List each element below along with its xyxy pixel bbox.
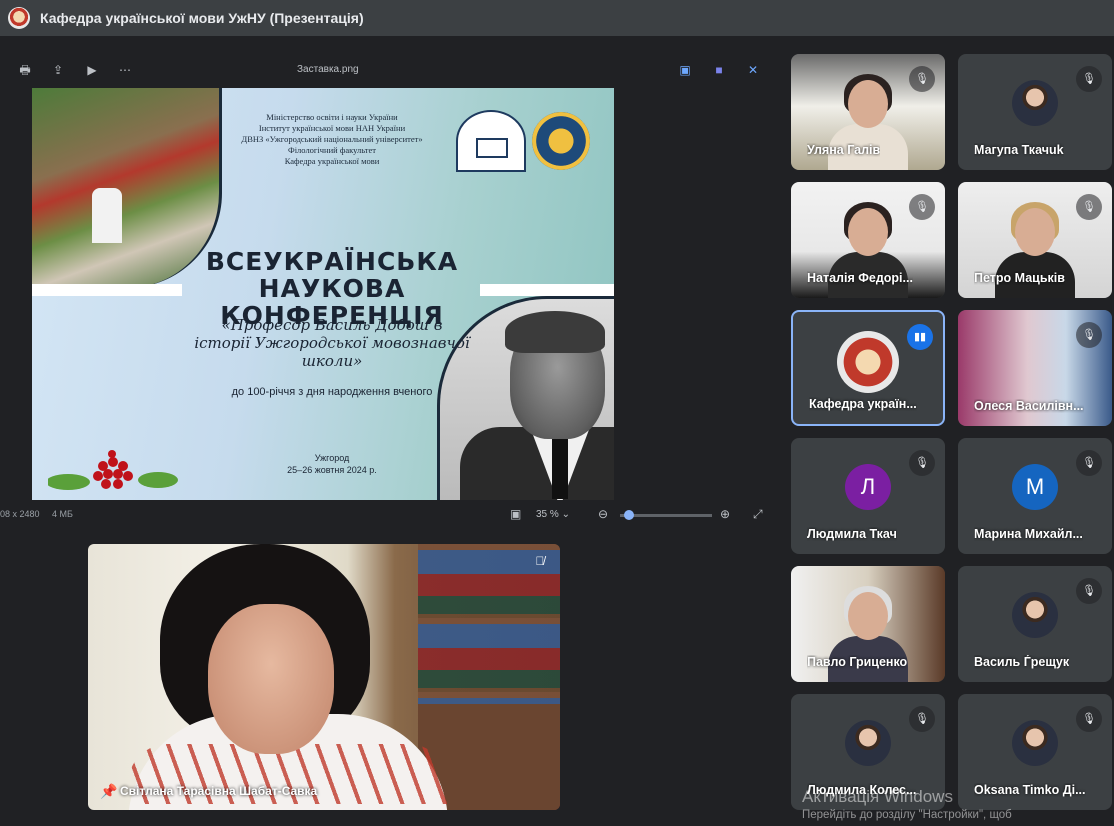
- mic-off-icon: 🎙: [1076, 706, 1102, 732]
- participant-name: Oksana Timko Ді...: [974, 783, 1086, 797]
- zoom-in-icon[interactable]: ⊕: [720, 507, 730, 521]
- file-name: Заставка.png: [297, 64, 359, 75]
- avatar: М: [1012, 463, 1058, 510]
- anniversary-text: до 100-річчя з дня народження вченого: [231, 386, 433, 398]
- windows-activation-hint: Перейдіть до розділу "Настройки", щоб: [802, 809, 1012, 821]
- slide-stripe: [32, 284, 182, 296]
- mic-off-icon: 🎙: [1076, 322, 1102, 348]
- viewer-statusbar: 08 x 2480 4 МБ ▣ 35 % ⌄ ⊖ ⊕ ⤢: [0, 502, 775, 528]
- zoom-slider[interactable]: [620, 510, 712, 520]
- avatar: [845, 719, 891, 766]
- image-edit-icon[interactable]: ▣: [676, 62, 694, 78]
- participant-name: Павло Гриценко: [807, 655, 908, 669]
- institute-logo-icon: [456, 110, 526, 172]
- viburnum-berries-icon: [48, 450, 178, 490]
- participant-name: Василь Ѓрещук: [974, 655, 1070, 669]
- participant-tile[interactable]: Л 🎙 Людмила Ткач: [791, 438, 945, 554]
- avatar: Л: [845, 463, 891, 510]
- participant-tile[interactable]: 🎙 Магупа Ткачuk: [958, 54, 1112, 170]
- mic-off-icon: 🎙: [1076, 578, 1102, 604]
- participant-name: Кафедра україн...: [809, 397, 917, 411]
- pin-icon[interactable]: 📌: [100, 783, 117, 800]
- speaker-name: Світлана Тарасівна Шабат-Савка: [120, 784, 318, 798]
- meeting-logo-icon: [8, 7, 30, 29]
- avatar: [1012, 79, 1058, 126]
- mic-off-icon: 🎙: [909, 450, 935, 476]
- participant-tile[interactable]: Павло Гриценко: [791, 566, 945, 682]
- participant-name: Петро Мацьків: [974, 271, 1065, 285]
- mic-off-icon: 🎙: [909, 194, 935, 220]
- place-and-date: Ужгород 25–26 жовтня 2024 р.: [287, 453, 377, 475]
- zoom-out-icon[interactable]: ⊖: [598, 507, 608, 521]
- presentation-viewer: 🖶 ⇪ ▶ ⋯ Заставка.png ▣ ■ ✕ Міністерство …: [0, 52, 775, 530]
- participant-tile[interactable]: 🎙 Oksana Timko Ді...: [958, 694, 1112, 810]
- share-icon[interactable]: ⇪: [50, 62, 66, 78]
- file-size: 4 МБ: [52, 509, 73, 519]
- fit-screen-icon[interactable]: ▣: [510, 507, 521, 521]
- fullscreen-icon[interactable]: ⤢: [753, 507, 763, 522]
- title-bar: Кафедра української мови УжНУ (Презентац…: [0, 0, 1114, 36]
- zoom-select[interactable]: 35 % ⌄: [536, 506, 580, 524]
- zoom-slider-thumb[interactable]: [624, 510, 634, 520]
- image-dimensions: 08 x 2480: [0, 509, 40, 519]
- mic-off-icon: 🎙: [909, 706, 935, 732]
- pinned-speaker-video[interactable]: 🎙̸ 📌 Світлана Тарасівна Шабат-Савка: [88, 544, 560, 810]
- viewer-toolbar: 🖶 ⇪ ▶ ⋯ Заставка.png ▣ ■ ✕: [0, 52, 775, 88]
- participant-name: Марина Михайл...: [974, 527, 1083, 541]
- presentation-slide: Міністерство освіти і науки України Інст…: [32, 88, 614, 500]
- organizers-text: Міністерство освіти і науки України Інст…: [241, 112, 423, 166]
- print-icon[interactable]: 🖶: [17, 62, 33, 78]
- windows-activation-watermark: Активація Windows: [802, 787, 953, 806]
- participant-name: Магупа Ткачuk: [974, 143, 1064, 157]
- avatar: [1012, 719, 1058, 766]
- participant-tile-active[interactable]: ▮▮ Кафедра україн...: [791, 310, 945, 426]
- present-icon[interactable]: ▶: [84, 62, 100, 78]
- participant-tile[interactable]: М 🎙 Марина Михайл...: [958, 438, 1112, 554]
- participant-tile[interactable]: 🎙 Уляна Галів: [791, 54, 945, 170]
- teams-icon[interactable]: ■: [710, 62, 728, 78]
- participant-name: Олеся Василівн...: [974, 399, 1084, 413]
- mic-off-icon: 🎙: [1076, 66, 1102, 92]
- mic-off-icon: 🎙: [1076, 450, 1102, 476]
- speaking-indicator-icon: ▮▮: [907, 324, 933, 350]
- mic-off-icon: 🎙: [1076, 194, 1102, 220]
- conference-subtitle: «Професор Василь Добош в історії Ужгород…: [194, 316, 470, 370]
- avatar: [837, 331, 899, 394]
- participant-tile[interactable]: 🎙 Наталія Федорі...: [791, 182, 945, 298]
- participant-name: Людмила Ткач: [807, 527, 897, 541]
- participant-tile[interactable]: 🎙 Петро Мацьків: [958, 182, 1112, 298]
- participant-tile[interactable]: 🎙 Олеся Василівн...: [958, 310, 1112, 426]
- more-icon[interactable]: ⋯: [117, 62, 133, 78]
- university-logo-icon: [532, 112, 590, 170]
- participant-tile[interactable]: 🎙 Василь Ѓрещук: [958, 566, 1112, 682]
- close-share-icon[interactable]: ✕: [744, 62, 762, 78]
- meeting-title: Кафедра української мови УжНУ (Презентац…: [40, 10, 364, 26]
- participant-name: Наталія Федорі...: [807, 271, 913, 285]
- participant-name: Уляна Галів: [807, 143, 881, 157]
- avatar: [1012, 591, 1058, 638]
- mic-off-icon: 🎙̸: [535, 554, 545, 568]
- mic-off-icon: 🎙: [909, 66, 935, 92]
